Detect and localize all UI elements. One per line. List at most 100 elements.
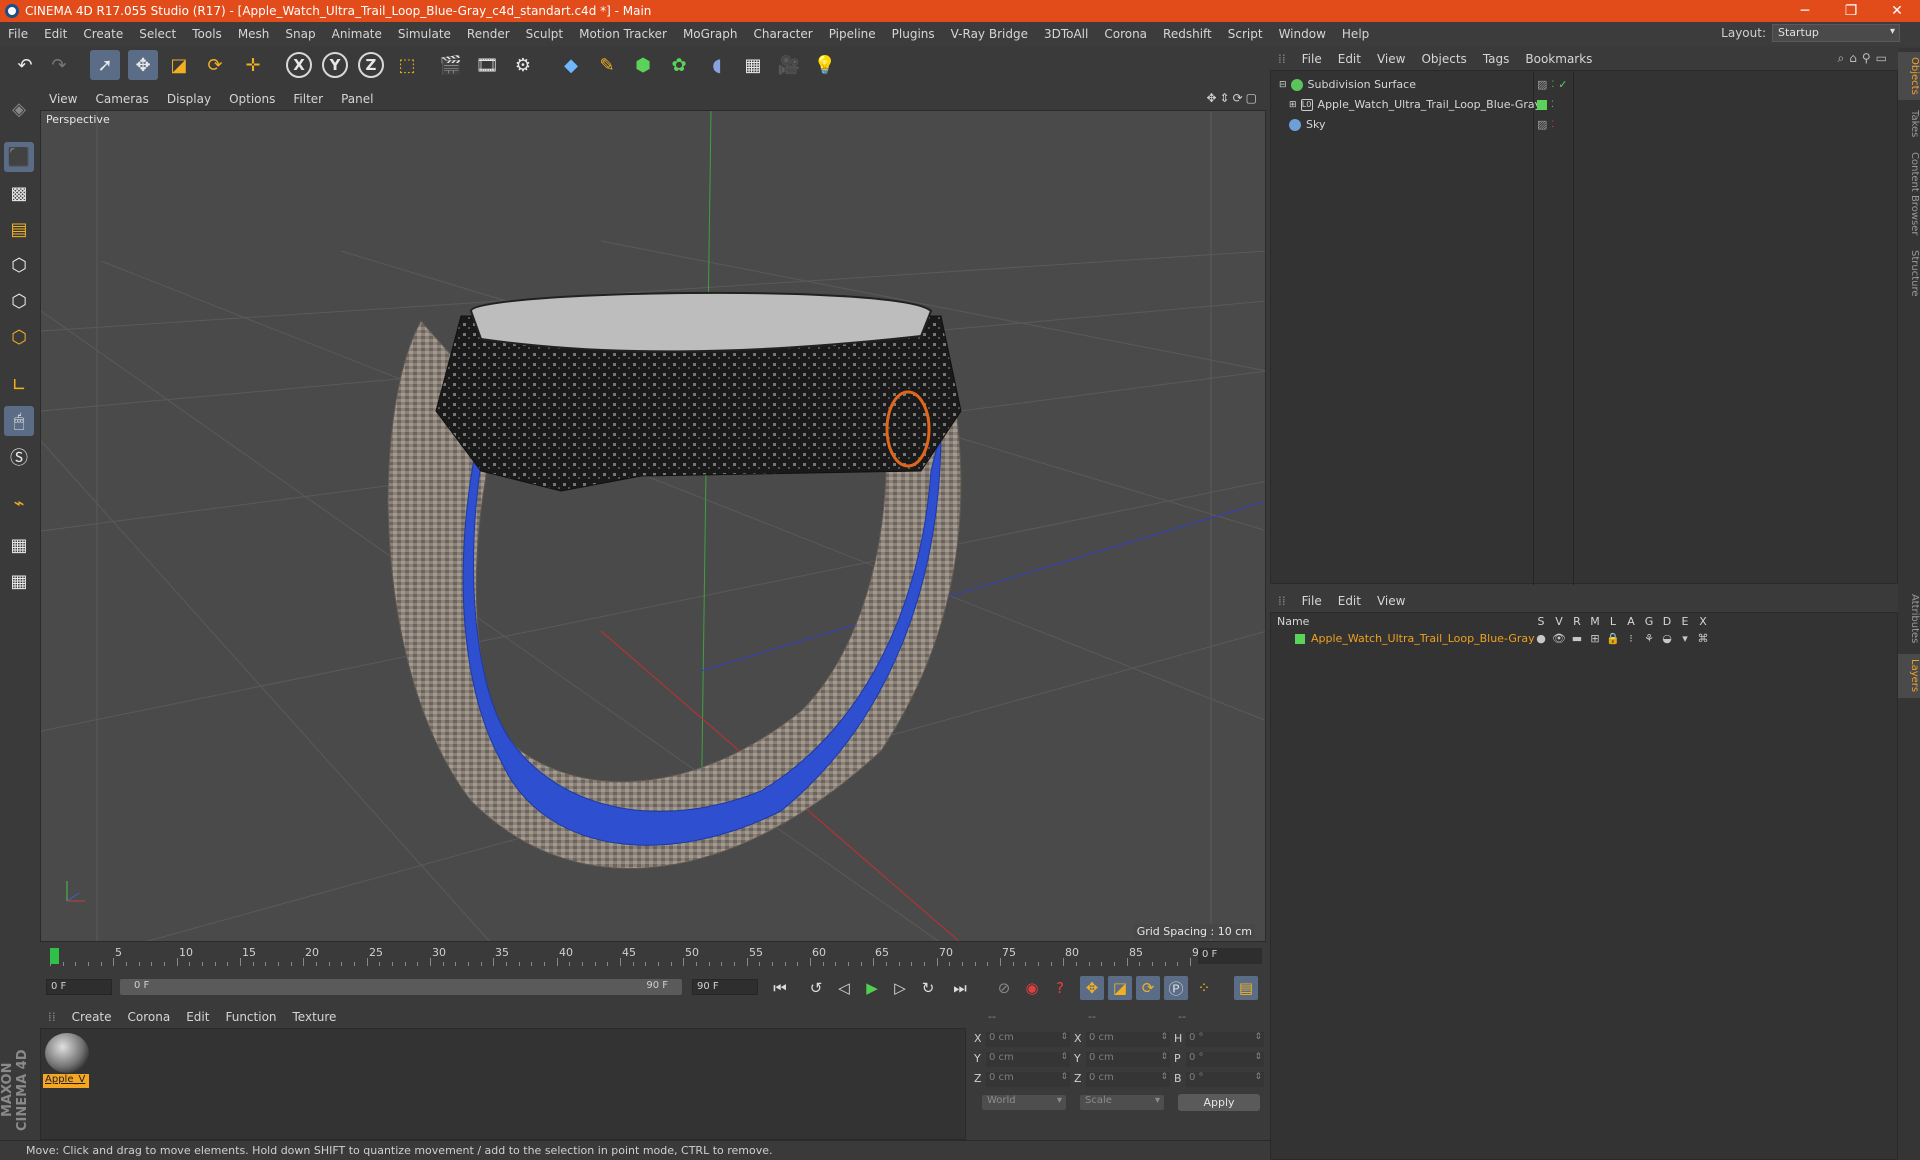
layer-lock-icon[interactable]: 🔒	[1606, 632, 1620, 645]
enabled-check-icon[interactable]: ✓	[1558, 78, 1567, 91]
deformer-icon[interactable]: ◖	[702, 50, 732, 80]
layer-expressions-icon[interactable]: ▾	[1678, 632, 1692, 645]
previous-frame-icon[interactable]: ◁	[832, 976, 856, 1000]
layout-select[interactable]: Startup	[1772, 24, 1900, 42]
om-search-home-icons[interactable]: ⌕⌂⚲▭	[1838, 51, 1892, 66]
record-keys-icon[interactable]: ⊘	[992, 976, 1016, 1000]
key-pla-icon[interactable]: ⁘	[1192, 976, 1216, 1000]
undo-icon[interactable]: ↶	[10, 50, 40, 80]
menu-sculpt[interactable]: Sculpt	[518, 27, 571, 41]
layer-color-swatch[interactable]	[1295, 634, 1305, 644]
planar-workplane-icon[interactable]: ▦	[4, 566, 34, 596]
tab-layers[interactable]: Layers	[1898, 654, 1920, 698]
key-parameter-icon[interactable]: Ⓟ	[1164, 976, 1188, 1000]
menu-plugins[interactable]: Plugins	[884, 27, 943, 41]
viewport-menu-options[interactable]: Options	[220, 92, 284, 106]
redo-icon[interactable]: ↷	[44, 50, 74, 80]
y-axis-lock-button[interactable]: Y	[322, 52, 348, 78]
coordinate-system-icon[interactable]: ⬚	[392, 50, 422, 80]
layer-animation-icon[interactable]: ⁝	[1624, 632, 1638, 645]
coord-pos-z-field[interactable]: 0 cm	[986, 1072, 1070, 1087]
menu-character[interactable]: Character	[745, 27, 820, 41]
menu-window[interactable]: Window	[1271, 27, 1334, 41]
layer-name[interactable]: Apple_Watch_Ultra_Trail_Loop_Blue-Gray	[1311, 632, 1535, 645]
viewport-menu-cameras[interactable]: Cameras	[86, 92, 157, 106]
om-menu-tags[interactable]: Tags	[1475, 52, 1518, 66]
viewport-menu-display[interactable]: Display	[158, 92, 220, 106]
perspective-viewport[interactable]: Perspective Grid Spacing : 10 cm	[40, 110, 1266, 942]
playhead-marker[interactable]	[50, 948, 59, 964]
edges-mode-icon[interactable]: ⬡	[4, 286, 34, 316]
menu-mesh[interactable]: Mesh	[230, 27, 278, 41]
coord-size-mode-dropdown[interactable]: Scale	[1080, 1095, 1164, 1110]
tab-objects[interactable]: Objects	[1898, 52, 1920, 100]
tab-content-browser[interactable]: Content Browser	[1898, 148, 1920, 240]
close-button[interactable]: ✕	[1874, 3, 1920, 19]
x-axis-lock-button[interactable]: X	[286, 52, 312, 78]
tab-structure[interactable]: Structure	[1898, 244, 1920, 302]
edit-flag-icon[interactable]: ▨	[1537, 118, 1547, 131]
previous-key-icon[interactable]: ↺	[804, 976, 828, 1000]
render-settings-icon[interactable]: ⚙	[508, 50, 538, 80]
go-to-end-icon[interactable]: ⏭	[948, 976, 972, 1000]
go-to-start-icon[interactable]: ⏮	[768, 976, 792, 1000]
end-frame-field[interactable]: 90 F	[692, 979, 758, 995]
coord-pos-x-field[interactable]: 0 cm	[986, 1032, 1070, 1047]
render-picture-viewer-icon[interactable]: 🎞	[472, 50, 502, 80]
om-menu-bookmarks[interactable]: Bookmarks	[1517, 52, 1600, 66]
menu-edit[interactable]: Edit	[36, 27, 75, 41]
key-scale-icon[interactable]: ◪	[1108, 976, 1132, 1000]
tab-attributes[interactable]: Attributes	[1898, 588, 1920, 650]
material-menu-edit[interactable]: Edit	[178, 1010, 217, 1024]
menu-mograph[interactable]: MoGraph	[675, 27, 746, 41]
visibility-dots-icon[interactable]: ⁚	[1551, 120, 1554, 130]
subdivision-surface-icon[interactable]: ⬢	[628, 50, 658, 80]
solo-mode-icon[interactable]: Ⓢ	[4, 442, 34, 472]
coord-size-z-field[interactable]: 0 cm	[1086, 1072, 1170, 1087]
workplane-mode-icon[interactable]: ▤	[4, 214, 34, 244]
polygons-mode-icon[interactable]: ⬡	[4, 322, 34, 352]
material-name-label[interactable]: Apple_V	[43, 1074, 89, 1088]
next-key-icon[interactable]: ↻	[916, 976, 940, 1000]
menu-pipeline[interactable]: Pipeline	[821, 27, 884, 41]
key-position-icon[interactable]: ✥	[1080, 976, 1104, 1000]
menu-snap[interactable]: Snap	[277, 27, 323, 41]
viewport-navigation-icons[interactable]: ✥⇕⟳▢	[1206, 91, 1260, 105]
model-mode-icon[interactable]: ⬛	[4, 142, 34, 172]
viewport-menu-view[interactable]: View	[40, 92, 86, 106]
coord-space-dropdown[interactable]: World	[982, 1095, 1066, 1110]
menu-tools[interactable]: Tools	[184, 27, 230, 41]
lm-menu-view[interactable]: View	[1369, 594, 1413, 608]
workplane-lock-icon[interactable]: ▦	[4, 530, 34, 560]
mograph-cloner-icon[interactable]: ✿	[664, 50, 694, 80]
tab-takes[interactable]: Takes	[1898, 104, 1920, 144]
layer-render-icon[interactable]: ▬	[1570, 632, 1584, 645]
move-tool-icon[interactable]: ✥	[128, 50, 158, 80]
play-icon[interactable]: ▶	[860, 976, 884, 1000]
object-row-apple-watch[interactable]: ⊞ L0 Apple_Watch_Ultra_Trail_Loop_Blue-G…	[1271, 95, 1897, 114]
minimize-button[interactable]: ─	[1782, 3, 1828, 19]
timeline-window-icon[interactable]: ▤	[1234, 976, 1258, 1000]
object-name[interactable]: Subdivision Surface	[1308, 78, 1416, 91]
coord-size-x-field[interactable]: 0 cm	[1086, 1032, 1170, 1047]
scale-tool-icon[interactable]: ◪	[164, 50, 194, 80]
frame-ruler[interactable]: 051015202530354045505560657075808590	[50, 946, 1206, 966]
next-frame-icon[interactable]: ▷	[888, 976, 912, 1000]
lm-menu-edit[interactable]: Edit	[1330, 594, 1369, 608]
visibility-dots-icon[interactable]: ⁚	[1551, 80, 1554, 90]
layer-solo-icon[interactable]: ●	[1534, 632, 1548, 645]
coord-size-y-field[interactable]: 0 cm	[1086, 1052, 1170, 1067]
points-mode-icon[interactable]: ⬡	[4, 250, 34, 280]
z-axis-lock-button[interactable]: Z	[358, 52, 384, 78]
om-menu-edit[interactable]: Edit	[1330, 52, 1369, 66]
menu-motion-tracker[interactable]: Motion Tracker	[571, 27, 675, 41]
menu-file[interactable]: File	[0, 27, 36, 41]
menu-animate[interactable]: Animate	[324, 27, 390, 41]
apply-button[interactable]: Apply	[1178, 1094, 1260, 1111]
layer-deformers-icon[interactable]: ◒	[1660, 632, 1674, 645]
menu-redshift[interactable]: Redshift	[1155, 27, 1220, 41]
menu-help[interactable]: Help	[1334, 27, 1377, 41]
coord-rot-p-field[interactable]: 0 °	[1186, 1052, 1264, 1067]
snapping-icon[interactable]: ⌁	[4, 488, 34, 518]
om-menu-file[interactable]: File	[1294, 52, 1330, 66]
